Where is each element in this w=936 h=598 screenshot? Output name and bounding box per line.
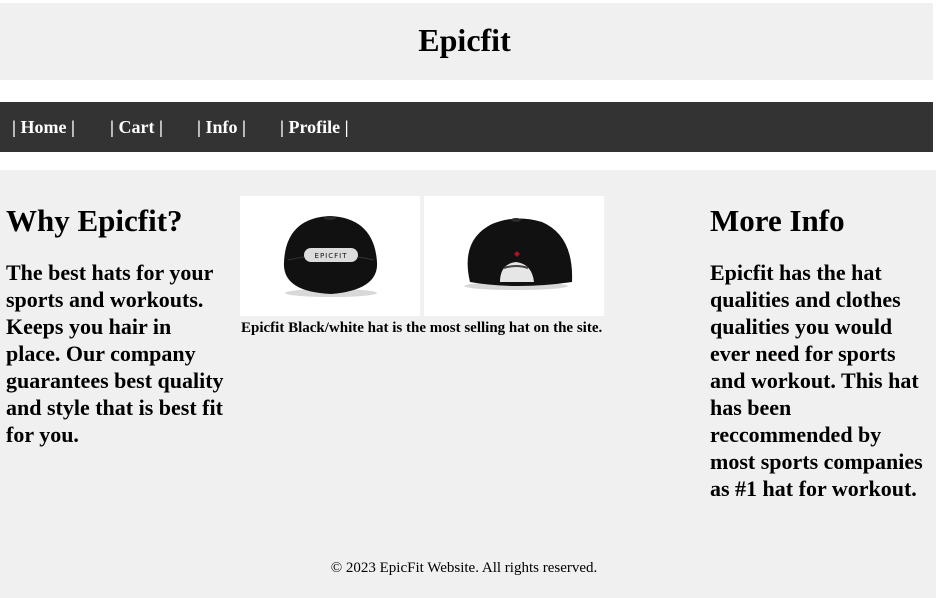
more-info-text: Epicfit has the hat qualities and clothe… xyxy=(710,260,923,501)
more-info-heading: More Info xyxy=(710,203,845,238)
why-epicfit-text: The best hats for your sports and workou… xyxy=(6,260,224,447)
site-header: Epicfit xyxy=(0,3,933,80)
nav-profile-link[interactable]: | Profile | xyxy=(280,117,349,138)
why-epicfit-heading: Why Epicfit? xyxy=(6,203,183,238)
nav-home-link[interactable]: | Home | xyxy=(12,117,75,138)
main-nav: | Home | | Cart | | Info | | Profile | xyxy=(0,102,933,152)
nav-info-link[interactable]: | Info | xyxy=(197,117,246,138)
gallery-caption: Epicfit Black/white hat is the most sell… xyxy=(241,320,603,336)
why-epicfit-section: Why Epicfit? The best hats for your spor… xyxy=(6,203,228,448)
hat-back-image xyxy=(424,196,604,316)
hat-front-image: EPICFIT xyxy=(240,196,420,316)
hat-logo-text: EPICFIT xyxy=(315,252,348,260)
nav-cart-link[interactable]: | Cart | xyxy=(110,117,163,138)
site-footer: © 2023 EpicFit Website. All rights reser… xyxy=(330,560,598,576)
more-info-section: More Info Epicfit has the hat qualities … xyxy=(710,203,925,502)
main-content: Why Epicfit? The best hats for your spor… xyxy=(0,170,936,598)
site-title: Epicfit xyxy=(418,22,511,58)
